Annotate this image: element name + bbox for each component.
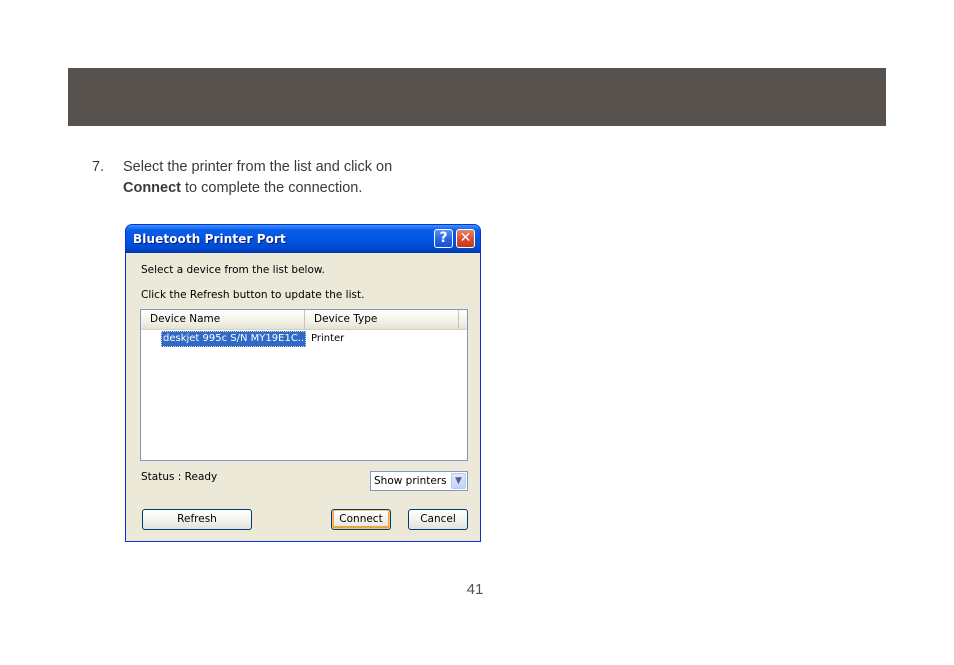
chevron-down-icon[interactable]: ▼ — [451, 473, 466, 489]
device-filter-select[interactable]: Show printers ▼ — [370, 471, 468, 491]
dialog-body: Select a device from the list below. Cli… — [129, 253, 477, 538]
help-icon: ? — [439, 230, 448, 246]
dialog-title: Bluetooth Printer Port — [133, 232, 286, 246]
column-header-device-type[interactable]: Device Type — [305, 310, 459, 329]
device-list-row[interactable]: deskjet 995c S/N MY19E1C... Printer — [141, 331, 467, 347]
column-header-device-name[interactable]: Device Name — [141, 310, 305, 329]
close-button[interactable]: ✕ — [456, 229, 475, 248]
header-banner — [68, 68, 886, 126]
dialog-titlebar[interactable]: Bluetooth Printer Port ? ✕ — [126, 225, 480, 253]
status-label: Status : Ready — [141, 471, 218, 483]
device-name-cell[interactable]: deskjet 995c S/N MY19E1C... — [161, 331, 306, 347]
close-icon: ✕ — [459, 230, 472, 246]
page-number: 41 — [466, 581, 484, 598]
step-number: 7. — [92, 159, 105, 175]
step-line-1: Select the printer from the list and cli… — [123, 159, 393, 175]
help-button[interactable]: ? — [434, 229, 453, 248]
step-line-2: to complete the connection. — [181, 180, 363, 196]
device-filter-value: Show printers — [374, 475, 447, 487]
instruction-select-device: Select a device from the list below. — [141, 264, 325, 276]
refresh-button[interactable]: Refresh — [142, 509, 252, 530]
device-list[interactable]: Device Name Device Type deskjet 995c S/N… — [140, 309, 468, 461]
device-list-header: Device Name Device Type — [141, 310, 467, 330]
step-text: Select the printer from the list and cli… — [123, 157, 523, 199]
bluetooth-printer-port-dialog: Bluetooth Printer Port ? ✕ Select a devi… — [125, 224, 481, 542]
device-type-cell: Printer — [311, 333, 345, 344]
cancel-button[interactable]: Cancel — [408, 509, 468, 530]
connect-button[interactable]: Connect — [331, 509, 391, 530]
instruction-refresh: Click the Refresh button to update the l… — [141, 289, 365, 301]
step-bold-connect: Connect — [123, 180, 181, 196]
